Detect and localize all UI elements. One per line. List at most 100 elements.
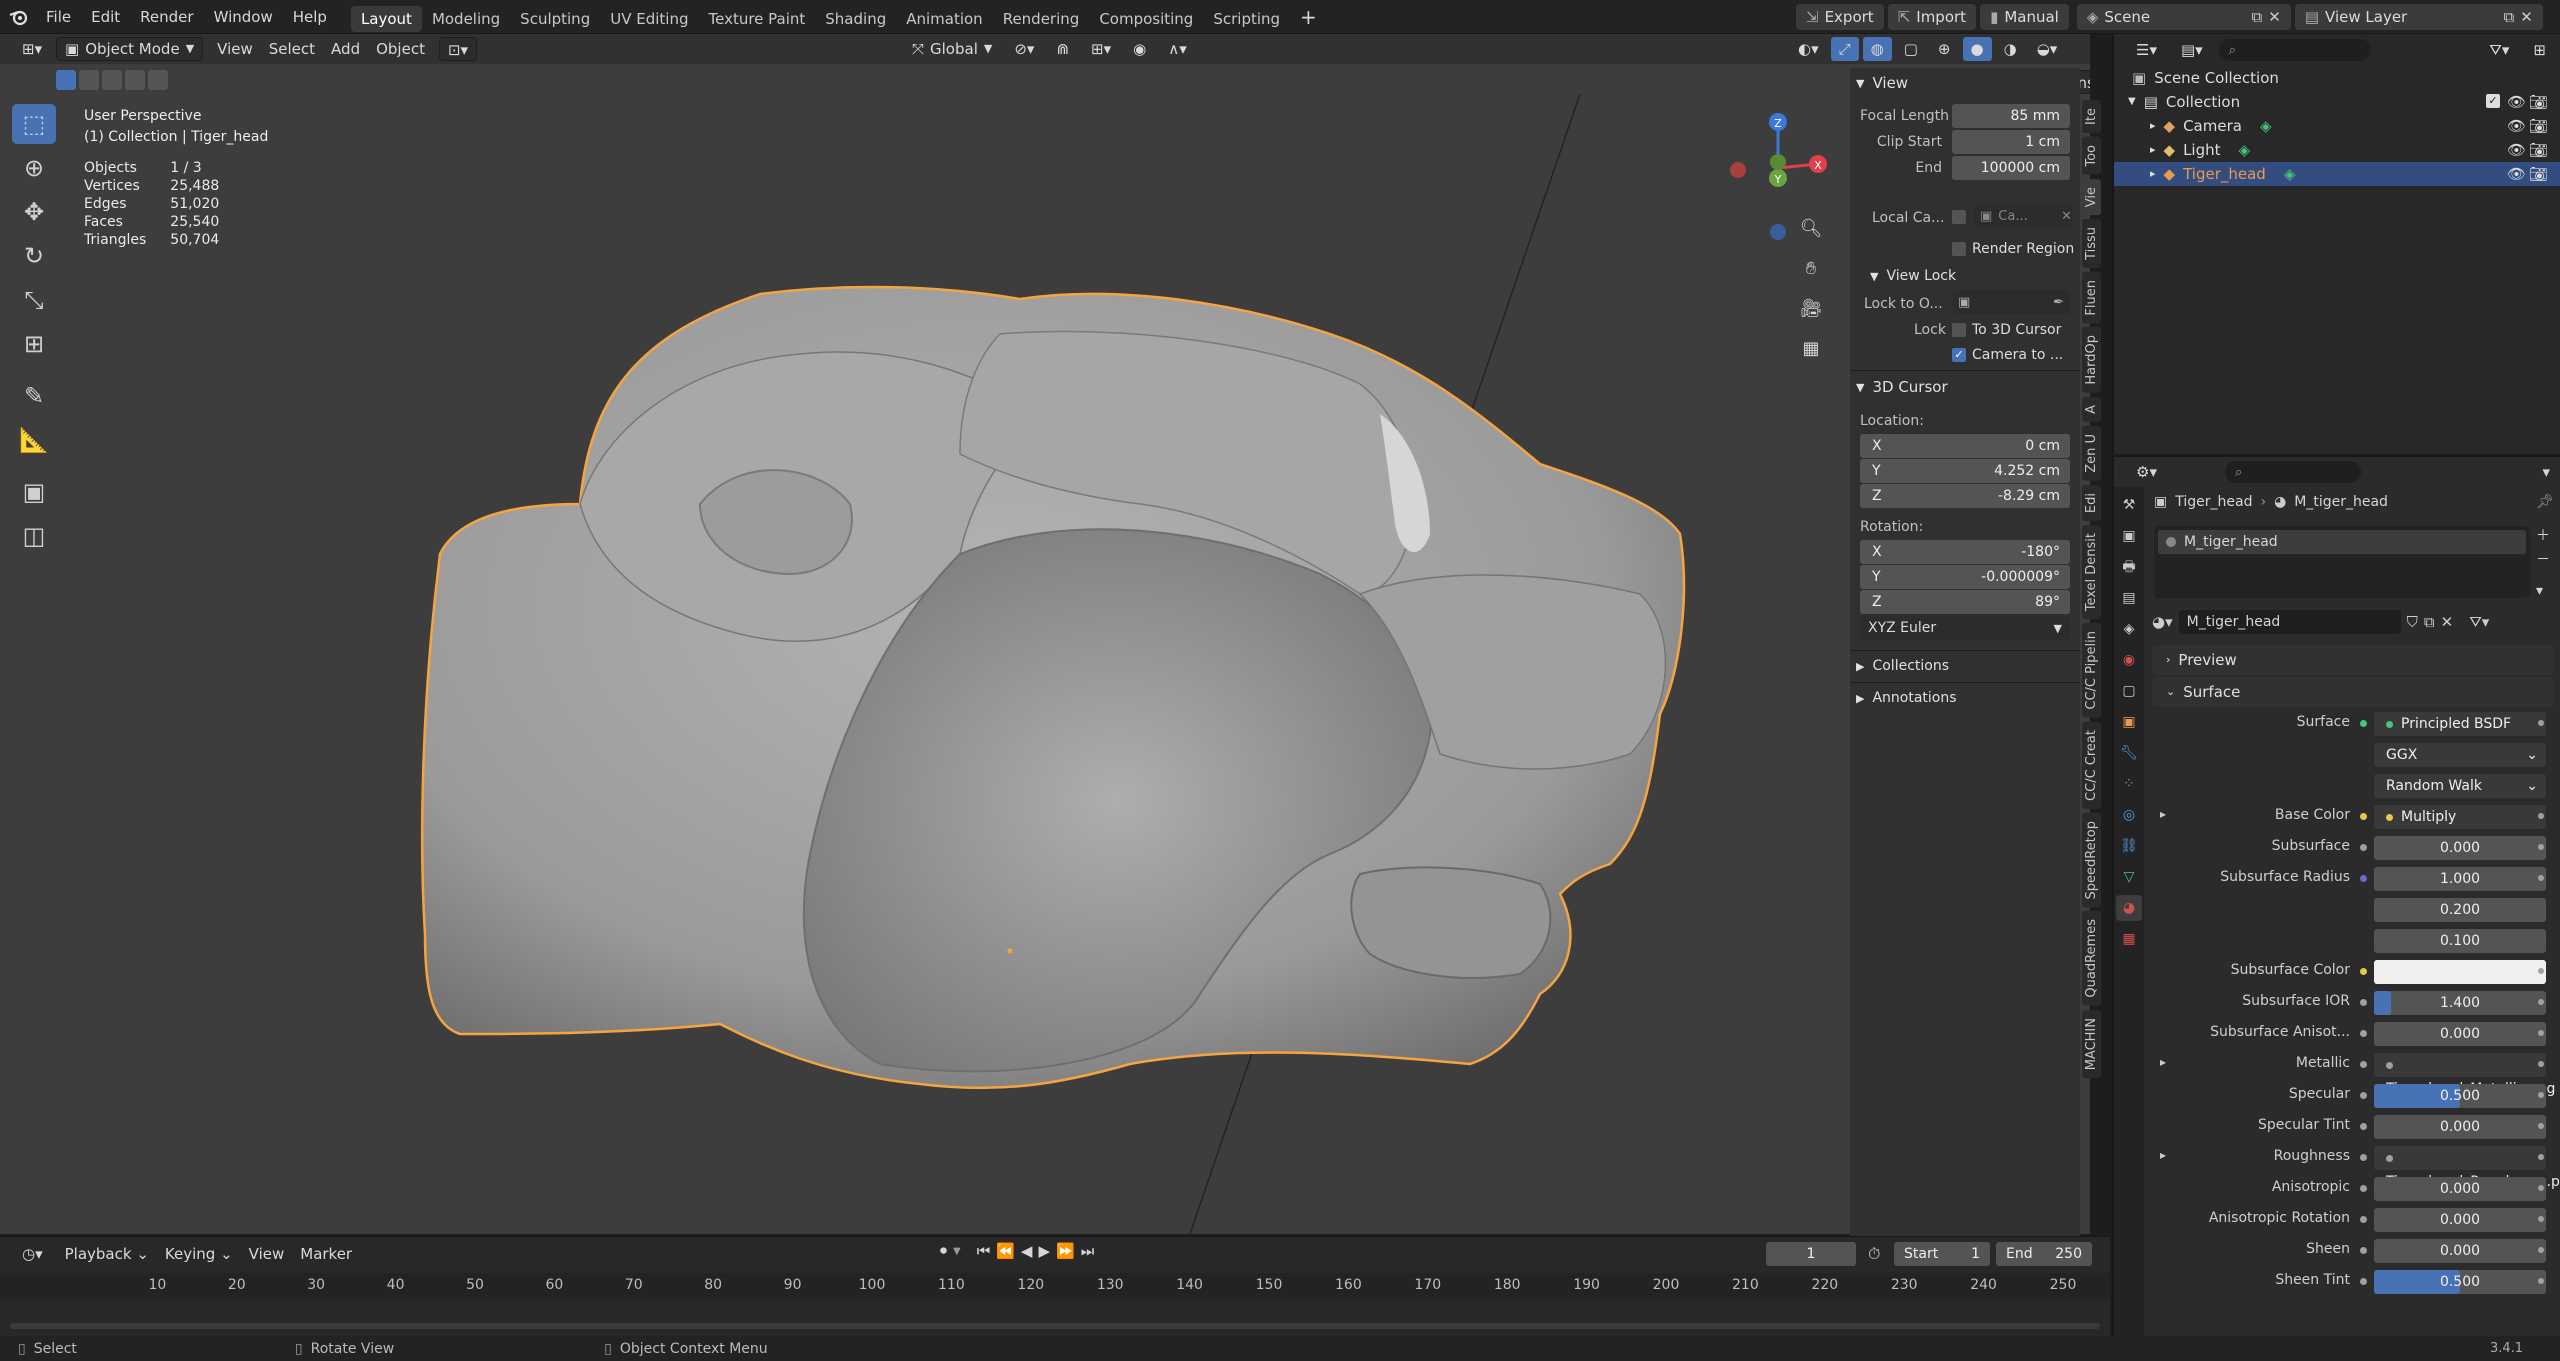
tab-modeling[interactable]: Modeling: [422, 6, 510, 32]
start-frame-field[interactable]: Start 1: [1894, 1242, 1990, 1266]
lock-object-picker[interactable]: ▣ ✒: [1952, 290, 2070, 314]
remove-slot-icon[interactable]: －: [2536, 549, 2550, 569]
add-workspace-button[interactable]: +: [1290, 0, 1327, 34]
orientation-dropdown[interactable]: ⤧ Global ▼: [904, 37, 1000, 61]
keyframe-dot-icon[interactable]: [2538, 1154, 2544, 1160]
prop-field[interactable]: Multiply: [2374, 805, 2546, 829]
timeline-editor[interactable]: ◷▾ Playback ⌄ Keying ⌄ View Marker ⏺ ▼ ⏮ ⏪ …: [0, 1236, 2110, 1342]
menu-file[interactable]: File: [36, 0, 81, 34]
timeline-editor-type-icon[interactable]: ◷▾: [14, 1242, 51, 1266]
sidebar-tab-tissu[interactable]: Tissu: [2082, 218, 2101, 268]
3d-cursor-header[interactable]: ▼ 3D Cursor: [1856, 378, 1948, 396]
prop-field[interactable]: GGX ⌄: [2374, 743, 2546, 767]
view-layer-selector[interactable]: ▤ View Layer ⧉ ✕: [2294, 4, 2543, 30]
constraints-tab-icon[interactable]: ⛓: [2116, 833, 2142, 859]
material-slot-list[interactable]: M_tiger_head: [2154, 526, 2530, 598]
select-new-icon[interactable]: [56, 70, 76, 90]
tab-shading[interactable]: Shading: [815, 6, 896, 32]
zoom-icon[interactable]: 🔍︎: [1796, 214, 1826, 244]
timeline-menu-playback[interactable]: Playback ⌄: [57, 1242, 157, 1266]
sidebar-tab-quadremes[interactable]: QuadRemes: [2082, 911, 2101, 1006]
viewport-menu-view[interactable]: View: [209, 37, 261, 61]
focal-length-field[interactable]: 85 mm: [1952, 104, 2070, 128]
proportional-edit-icon[interactable]: ◉: [1125, 37, 1154, 61]
cursor-location-z[interactable]: Z -8.29 cm: [1860, 484, 2070, 508]
eyedropper-icon[interactable]: ✒: [2053, 295, 2064, 310]
keyframe-dot-icon[interactable]: [2538, 999, 2544, 1005]
chevron-right-icon[interactable]: ▸: [2150, 138, 2156, 162]
sidebar-tab-hardop[interactable]: HardOp: [2082, 327, 2101, 393]
next-keyframe-icon[interactable]: ⏩: [1056, 1242, 1075, 1260]
tab-texture-paint[interactable]: Texture Paint: [698, 6, 815, 32]
add-shape-tool-icon[interactable]: ◫: [12, 516, 56, 556]
rendered-shading-icon[interactable]: ◒▾: [2029, 37, 2066, 61]
xray-icon[interactable]: ▢: [1896, 37, 1926, 61]
camera-to-view-checkbox[interactable]: ✓: [1952, 348, 1966, 362]
render-region-checkbox[interactable]: [1952, 242, 1966, 256]
move-tool-icon[interactable]: ✥: [12, 192, 56, 232]
keyframe-dot-icon[interactable]: [2538, 1061, 2544, 1067]
camera-render-icon[interactable]: 📷︎: [2529, 90, 2548, 114]
viewport-menu-select[interactable]: Select: [261, 37, 323, 61]
menu-help[interactable]: Help: [283, 0, 337, 34]
eye-icon[interactable]: 👁︎: [2507, 114, 2526, 138]
expand-icon[interactable]: ▸: [2160, 1148, 2166, 1162]
cursor-location-x[interactable]: X0 cm: [1860, 434, 2070, 458]
sidebar-tab-zen-u[interactable]: Zen U: [2082, 425, 2101, 481]
camera-render-icon[interactable]: 📷︎: [2529, 162, 2548, 186]
tab-sculpting[interactable]: Sculpting: [510, 6, 600, 32]
play-icon[interactable]: ▶: [1038, 1242, 1050, 1260]
prop-field[interactable]: 0.000: [2374, 1208, 2546, 1232]
export-button[interactable]: ⇲ Export: [1796, 4, 1884, 30]
visibility-icon[interactable]: ◐▾: [1790, 37, 1827, 61]
outliner-item-tiger-head[interactable]: ▸ ◆ Tiger_head ◈ 👁︎ 📷︎: [2114, 162, 2560, 186]
keyframe-dot-icon[interactable]: [2538, 844, 2544, 850]
menu-window[interactable]: Window: [204, 0, 283, 34]
transform-tool-icon[interactable]: ⊞: [12, 324, 56, 364]
prop-field[interactable]: Tiger_head_Roughness.png: [2374, 1146, 2560, 1190]
fake-user-shield-icon[interactable]: ⛉: [2407, 613, 2418, 631]
annotations-panel-header[interactable]: ▶ Annotations: [1856, 690, 1957, 706]
clip-start-field[interactable]: 1 cm: [1952, 130, 2070, 154]
keyframe-dot-icon[interactable]: [2538, 1278, 2544, 1284]
sidebar-tab-fluen[interactable]: Fluen: [2082, 271, 2101, 324]
view-layer-tab-icon[interactable]: ▤: [2116, 585, 2142, 611]
prop-field[interactable]: Tiger_head_Metallic.png: [2374, 1053, 2555, 1097]
keyframe-dot-icon[interactable]: [2538, 813, 2544, 819]
sidebar-tab-texel-densit[interactable]: Texel Densit: [2082, 524, 2101, 619]
pan-hand-icon[interactable]: ✋︎: [1796, 254, 1826, 284]
prop-field[interactable]: Random Walk ⌄: [2374, 774, 2546, 798]
blender-logo-icon[interactable]: [0, 0, 36, 34]
prop-field[interactable]: Principled BSDF: [2374, 712, 2546, 736]
keyframe-dot-icon[interactable]: [2538, 1123, 2544, 1129]
cursor-tool-icon[interactable]: ⊕: [12, 148, 56, 188]
new-view-layer-icon[interactable]: ⧉: [2504, 4, 2515, 30]
tab-uv-editing[interactable]: UV Editing: [600, 6, 698, 32]
timeline-scrollbar[interactable]: [10, 1323, 2100, 1329]
keyframe-dot-icon[interactable]: [2538, 1030, 2544, 1036]
prop-field[interactable]: 0.500: [2374, 1084, 2546, 1108]
prop-field[interactable]: 0.000: [2374, 1177, 2546, 1201]
sidebar-tab-too[interactable]: Too: [2082, 136, 2101, 175]
viewport-menu-add[interactable]: Add: [323, 37, 368, 61]
select-extend-icon[interactable]: [79, 70, 99, 90]
prop-field[interactable]: 0.000: [2374, 1239, 2546, 1263]
chevron-down-icon[interactable]: ▼: [953, 1246, 961, 1257]
outliner-scene-collection[interactable]: ▣ Scene Collection: [2114, 66, 2560, 90]
current-frame-field[interactable]: 1: [1766, 1242, 1856, 1266]
camera-render-icon[interactable]: 📷︎: [2529, 138, 2548, 162]
outliner-collection[interactable]: ▼ ▤ Collection ✓ 👁︎ 📷︎: [2114, 90, 2560, 114]
properties-search-input[interactable]: ⌕: [2224, 461, 2361, 483]
scale-tool-icon[interactable]: ⤡: [12, 280, 56, 320]
filter-icon[interactable]: ⛛▾: [2481, 38, 2517, 62]
chevron-right-icon[interactable]: ▸: [2150, 114, 2156, 138]
new-scene-icon[interactable]: ⧉: [2252, 4, 2263, 30]
browse-material-icon[interactable]: ◕▾: [2152, 613, 2173, 631]
rotation-mode-dropdown[interactable]: XYZ Euler ▼: [1860, 616, 2070, 640]
prop-field[interactable]: 1.400: [2374, 991, 2546, 1015]
outliner-editor-type-icon[interactable]: ☰▾: [2128, 38, 2165, 62]
pin-icon[interactable]: 📌︎: [2536, 494, 2554, 510]
slot-menu-icon[interactable]: ▾: [2536, 583, 2550, 599]
display-mode-icon[interactable]: ▤▾: [2173, 38, 2211, 62]
sidebar-tab-ite[interactable]: Ite: [2082, 100, 2101, 133]
